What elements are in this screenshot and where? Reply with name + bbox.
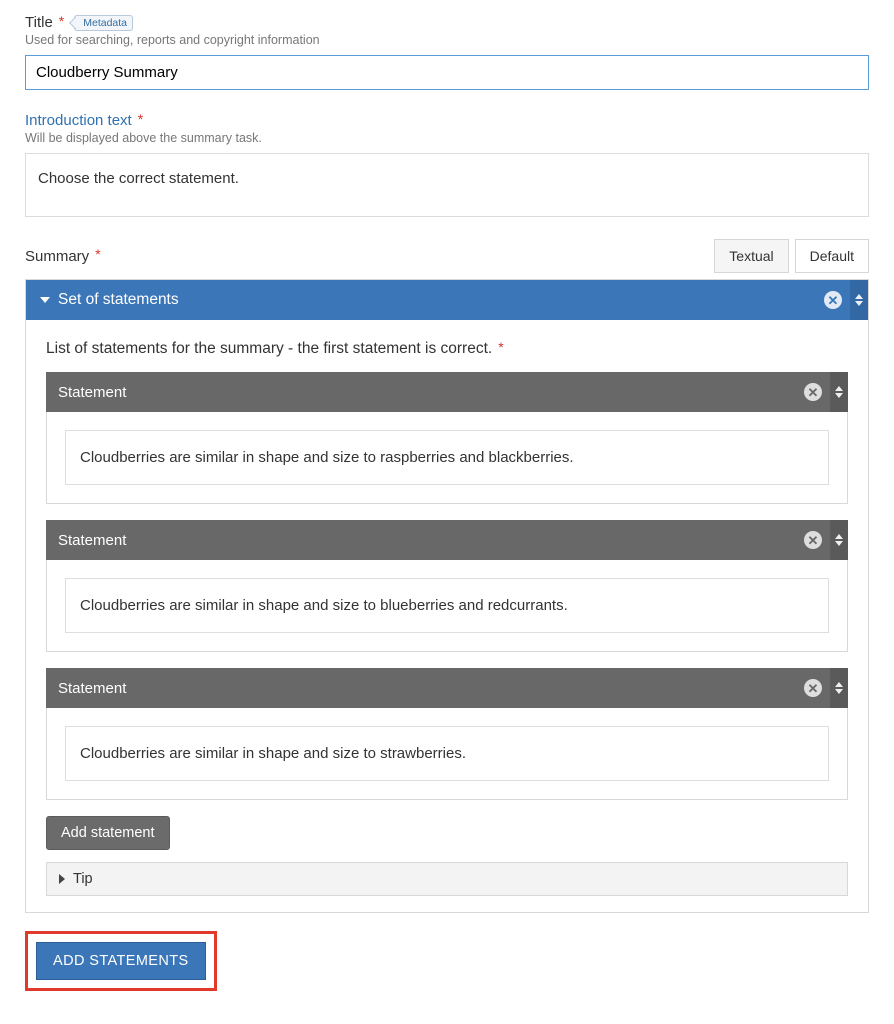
move-up-icon[interactable] bbox=[835, 386, 843, 391]
statement-text-editor[interactable]: Cloudberries are similar in shape and si… bbox=[65, 726, 829, 781]
intro-field: Introduction text * Will be displayed ab… bbox=[25, 112, 869, 217]
set-of-statements-header[interactable]: Set of statements ✕ bbox=[26, 280, 868, 320]
statement-item: Statement ✕ Cloudberries are similar in … bbox=[46, 520, 848, 652]
statement-text-editor[interactable]: Cloudberries are similar in shape and si… bbox=[65, 430, 829, 485]
add-statements-highlight: ADD STATEMENTS bbox=[25, 931, 217, 991]
required-asterisk: * bbox=[95, 246, 100, 262]
intro-editor[interactable]: Choose the correct statement. bbox=[25, 153, 869, 217]
move-down-icon[interactable] bbox=[855, 301, 863, 306]
expand-icon bbox=[59, 874, 65, 884]
statement-item: Statement ✕ Cloudberries are similar in … bbox=[46, 372, 848, 504]
tip-section[interactable]: Tip bbox=[46, 862, 848, 896]
statement-header-label: Statement bbox=[58, 384, 126, 401]
move-up-icon[interactable] bbox=[855, 294, 863, 299]
move-up-icon[interactable] bbox=[835, 534, 843, 539]
remove-set-icon[interactable]: ✕ bbox=[824, 291, 842, 309]
move-up-icon[interactable] bbox=[835, 682, 843, 687]
intro-description: Will be displayed above the summary task… bbox=[25, 131, 869, 145]
title-label: Title bbox=[25, 14, 53, 31]
add-statement-button[interactable]: Add statement bbox=[46, 816, 170, 850]
remove-statement-icon[interactable]: ✕ bbox=[804, 531, 822, 549]
remove-statement-icon[interactable]: ✕ bbox=[804, 679, 822, 697]
statements-list-label: List of statements for the summary - the… bbox=[46, 340, 492, 358]
move-down-icon[interactable] bbox=[835, 393, 843, 398]
statement-header[interactable]: Statement ✕ bbox=[46, 372, 848, 412]
title-description: Used for searching, reports and copyrigh… bbox=[25, 33, 869, 47]
add-statements-button[interactable]: ADD STATEMENTS bbox=[36, 942, 206, 980]
summary-label: Summary bbox=[25, 248, 89, 265]
required-asterisk: * bbox=[498, 339, 503, 355]
title-field: Title * Metadata Used for searching, rep… bbox=[25, 14, 869, 90]
move-down-icon[interactable] bbox=[835, 541, 843, 546]
set-of-statements-panel: Set of statements ✕ List of statements f… bbox=[25, 279, 869, 913]
tab-default[interactable]: Default bbox=[795, 239, 869, 273]
title-input[interactable] bbox=[25, 55, 869, 90]
intro-label[interactable]: Introduction text bbox=[25, 112, 132, 129]
sort-handle bbox=[830, 520, 848, 560]
statement-header-label: Statement bbox=[58, 680, 126, 697]
remove-statement-icon[interactable]: ✕ bbox=[804, 383, 822, 401]
sort-handle bbox=[830, 668, 848, 708]
required-asterisk: * bbox=[59, 13, 64, 29]
view-tabs: Textual Default bbox=[714, 239, 869, 273]
move-down-icon[interactable] bbox=[835, 689, 843, 694]
tip-label: Tip bbox=[73, 871, 93, 887]
set-of-statements-title: Set of statements bbox=[58, 291, 179, 309]
statement-item: Statement ✕ Cloudberries are similar in … bbox=[46, 668, 848, 800]
statement-text-editor[interactable]: Cloudberries are similar in shape and si… bbox=[65, 578, 829, 633]
collapse-icon bbox=[40, 297, 50, 303]
sort-handle bbox=[850, 280, 868, 320]
tab-textual[interactable]: Textual bbox=[714, 239, 788, 273]
statement-header-label: Statement bbox=[58, 532, 126, 549]
statement-header[interactable]: Statement ✕ bbox=[46, 520, 848, 560]
metadata-badge[interactable]: Metadata bbox=[74, 15, 133, 31]
sort-handle bbox=[830, 372, 848, 412]
statement-header[interactable]: Statement ✕ bbox=[46, 668, 848, 708]
required-asterisk: * bbox=[138, 111, 143, 127]
